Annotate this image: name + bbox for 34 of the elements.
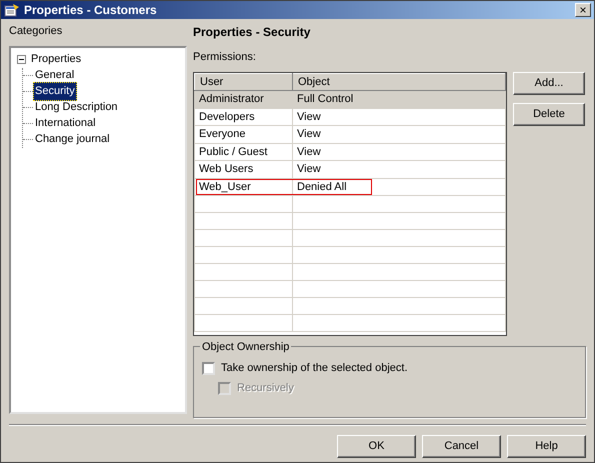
- checkbox-label: Recursively: [237, 381, 294, 396]
- table-cell: View: [292, 108, 506, 126]
- tree-item[interactable]: General: [33, 66, 76, 85]
- collapse-icon[interactable]: [17, 55, 26, 64]
- dialog-button[interactable]: Help: [507, 434, 586, 458]
- side-button[interactable]: Add...: [513, 72, 585, 94]
- categories-label: Categories: [9, 24, 64, 39]
- table-cell: Denied All: [292, 178, 506, 196]
- table-cell: Everyone: [194, 126, 292, 143]
- window-title: Properties - Customers: [24, 2, 157, 19]
- table-cell: Web Users: [194, 160, 292, 178]
- properties-icon: [4, 3, 20, 17]
- column-header[interactable]: Object: [292, 73, 506, 90]
- table-cell: View: [292, 160, 506, 178]
- permissions-label: Permissions:: [193, 50, 257, 65]
- column-header[interactable]: User: [194, 73, 292, 90]
- table-cell: View: [292, 126, 506, 143]
- checkbox-label: Take ownership of the selected object.: [221, 361, 408, 376]
- table-cell: Developers: [194, 108, 292, 126]
- tree-item[interactable]: International: [33, 114, 98, 133]
- table-cell: Public / Guest: [194, 143, 292, 160]
- tree-item[interactable]: Security: [33, 82, 77, 101]
- tree-item[interactable]: Long Description: [33, 98, 120, 117]
- page-title: Properties - Security: [193, 24, 312, 41]
- dialog-button[interactable]: OK: [337, 434, 416, 458]
- side-button[interactable]: Delete: [513, 102, 585, 126]
- tree-item[interactable]: Change journal: [33, 130, 112, 149]
- close-button[interactable]: ×: [575, 3, 591, 17]
- table-cell: View: [292, 143, 506, 160]
- table-cell: Full Control: [292, 90, 506, 108]
- tree-item[interactable]: Properties: [29, 50, 84, 69]
- dialog-button[interactable]: Cancel: [422, 434, 501, 458]
- table-cell: Administrator: [194, 90, 292, 108]
- checkbox[interactable]: [202, 362, 215, 375]
